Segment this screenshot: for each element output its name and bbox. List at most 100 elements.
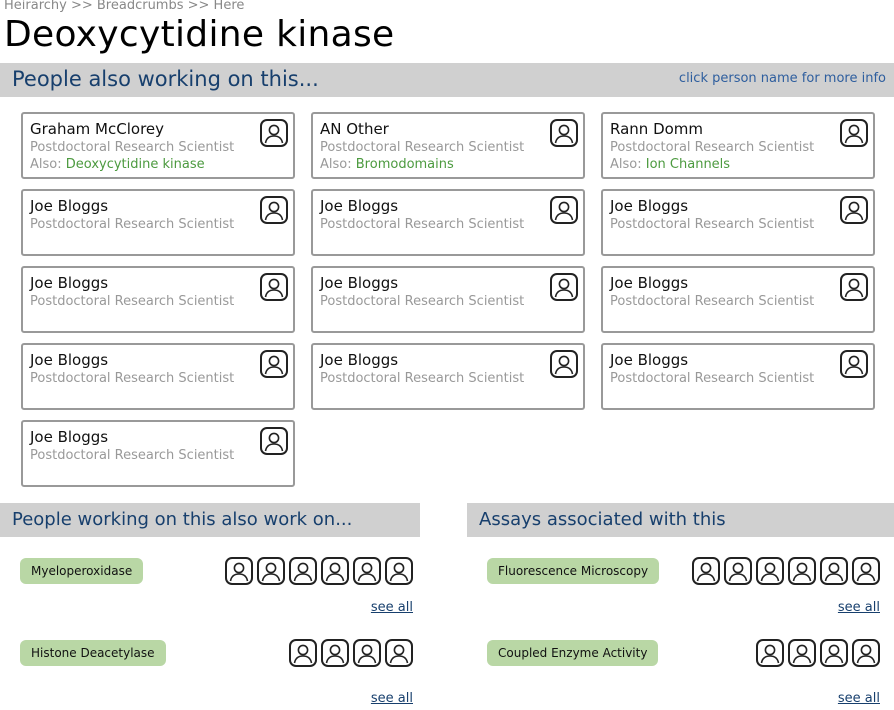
- person-icon[interactable]: [550, 350, 578, 378]
- person-also: Also: Deoxycytidine kinase: [30, 157, 205, 172]
- person-also: Also: Ion Channels: [610, 157, 730, 172]
- topic-tag[interactable]: Myeloperoxidase: [20, 558, 144, 584]
- page-title: Deoxycytidine kinase: [4, 14, 395, 55]
- also-label: Also:: [320, 157, 352, 172]
- person-role: Postdoctoral Research Scientist: [320, 294, 525, 309]
- see-all-link[interactable]: see all: [838, 691, 880, 706]
- people-section-hint: click person name for more info: [678, 71, 886, 86]
- avatar-row: [225, 557, 413, 585]
- person-icon[interactable]: [852, 557, 880, 585]
- person-icon[interactable]: [788, 557, 816, 585]
- person-name[interactable]: Rann Domm: [610, 120, 703, 138]
- avatar-row: [692, 557, 880, 585]
- person-icon[interactable]: [840, 196, 868, 224]
- also-topic[interactable]: Deoxycytidine kinase: [66, 157, 205, 172]
- person-icon[interactable]: [756, 557, 784, 585]
- person-card[interactable]: Graham McClorey Postdoctoral Research Sc…: [21, 112, 295, 179]
- person-icon[interactable]: [692, 557, 720, 585]
- person-role: Postdoctoral Research Scientist: [30, 294, 235, 309]
- person-name[interactable]: AN Other: [320, 120, 389, 138]
- person-name[interactable]: Graham McClorey: [30, 120, 164, 138]
- see-all-link[interactable]: see all: [371, 691, 413, 706]
- person-role: Postdoctoral Research Scientist: [610, 371, 815, 386]
- person-card[interactable]: Joe Bloggs Postdoctoral Research Scienti…: [311, 266, 585, 333]
- person-name[interactable]: Joe Bloggs: [320, 274, 398, 292]
- person-icon[interactable]: [852, 639, 880, 667]
- person-name[interactable]: Joe Bloggs: [320, 351, 398, 369]
- person-icon[interactable]: [840, 273, 868, 301]
- person-icon[interactable]: [840, 350, 868, 378]
- person-name[interactable]: Joe Bloggs: [30, 428, 108, 446]
- assay-tag[interactable]: Coupled Enzyme Activity: [487, 640, 659, 666]
- person-icon[interactable]: [260, 427, 288, 455]
- person-role: Postdoctoral Research Scientist: [320, 371, 525, 386]
- see-all-link[interactable]: see all: [838, 600, 880, 615]
- person-name[interactable]: Joe Bloggs: [30, 197, 108, 215]
- person-icon[interactable]: [260, 119, 288, 147]
- person-card[interactable]: Joe Bloggs Postdoctoral Research Scienti…: [601, 189, 875, 256]
- assays-section-header: Assays associated with this: [467, 503, 894, 537]
- also-work-section-title: People working on this also work on...: [12, 509, 353, 530]
- person-icon[interactable]: [820, 557, 848, 585]
- person-icon[interactable]: [353, 639, 381, 667]
- person-name[interactable]: Joe Bloggs: [320, 197, 398, 215]
- person-icon[interactable]: [260, 350, 288, 378]
- person-icon[interactable]: [289, 557, 317, 585]
- person-name[interactable]: Joe Bloggs: [610, 351, 688, 369]
- also-topic[interactable]: Ion Channels: [646, 157, 730, 172]
- avatar-row: [756, 639, 880, 667]
- person-card[interactable]: Joe Bloggs Postdoctoral Research Scienti…: [311, 189, 585, 256]
- also-label: Also:: [30, 157, 62, 172]
- person-role: Postdoctoral Research Scientist: [610, 294, 815, 309]
- person-icon[interactable]: [840, 119, 868, 147]
- person-icon[interactable]: [260, 273, 288, 301]
- person-icon[interactable]: [820, 639, 848, 667]
- person-icon[interactable]: [289, 639, 317, 667]
- person-role: Postdoctoral Research Scientist: [320, 140, 525, 155]
- person-name[interactable]: Joe Bloggs: [610, 274, 688, 292]
- person-also: Also: Bromodomains: [320, 157, 454, 172]
- avatar-row: [289, 639, 413, 667]
- breadcrumb[interactable]: Heirarchy >> Breadcrumbs >> Here: [4, 0, 244, 13]
- person-role: Postdoctoral Research Scientist: [30, 140, 235, 155]
- person-name[interactable]: Joe Bloggs: [610, 197, 688, 215]
- person-role: Postdoctoral Research Scientist: [30, 448, 235, 463]
- person-role: Postdoctoral Research Scientist: [610, 140, 815, 155]
- person-card[interactable]: Joe Bloggs Postdoctoral Research Scienti…: [601, 343, 875, 410]
- person-name[interactable]: Joe Bloggs: [30, 274, 108, 292]
- person-role: Postdoctoral Research Scientist: [610, 217, 815, 232]
- person-icon[interactable]: [321, 557, 349, 585]
- person-card[interactable]: Rann Domm Postdoctoral Research Scientis…: [601, 112, 875, 179]
- also-work-section-header: People working on this also work on...: [0, 503, 420, 537]
- assay-tag[interactable]: Fluorescence Microscopy: [487, 558, 660, 584]
- person-icon[interactable]: [756, 639, 784, 667]
- also-label: Also:: [610, 157, 642, 172]
- people-section-title: People also working on this...: [12, 67, 319, 91]
- topic-tag[interactable]: Histone Deacetylase: [20, 640, 166, 666]
- person-icon[interactable]: [724, 557, 752, 585]
- person-icon[interactable]: [550, 119, 578, 147]
- people-section-header: People also working on this... click per…: [0, 63, 894, 97]
- person-role: Postdoctoral Research Scientist: [30, 371, 235, 386]
- person-icon[interactable]: [260, 196, 288, 224]
- person-icon[interactable]: [385, 557, 413, 585]
- person-card[interactable]: Joe Bloggs Postdoctoral Research Scienti…: [21, 189, 295, 256]
- see-all-link[interactable]: see all: [371, 600, 413, 615]
- person-name[interactable]: Joe Bloggs: [30, 351, 108, 369]
- person-card[interactable]: Joe Bloggs Postdoctoral Research Scienti…: [21, 420, 295, 487]
- person-card[interactable]: Joe Bloggs Postdoctoral Research Scienti…: [21, 343, 295, 410]
- person-card[interactable]: Joe Bloggs Postdoctoral Research Scienti…: [21, 266, 295, 333]
- person-icon[interactable]: [321, 639, 349, 667]
- person-icon[interactable]: [550, 196, 578, 224]
- person-card[interactable]: Joe Bloggs Postdoctoral Research Scienti…: [601, 266, 875, 333]
- person-icon[interactable]: [225, 557, 253, 585]
- person-card[interactable]: AN Other Postdoctoral Research Scientist…: [311, 112, 585, 179]
- person-icon[interactable]: [385, 639, 413, 667]
- person-icon[interactable]: [257, 557, 285, 585]
- person-icon[interactable]: [550, 273, 578, 301]
- person-role: Postdoctoral Research Scientist: [320, 217, 525, 232]
- person-icon[interactable]: [353, 557, 381, 585]
- also-topic[interactable]: Bromodomains: [356, 157, 454, 172]
- person-icon[interactable]: [788, 639, 816, 667]
- person-card[interactable]: Joe Bloggs Postdoctoral Research Scienti…: [311, 343, 585, 410]
